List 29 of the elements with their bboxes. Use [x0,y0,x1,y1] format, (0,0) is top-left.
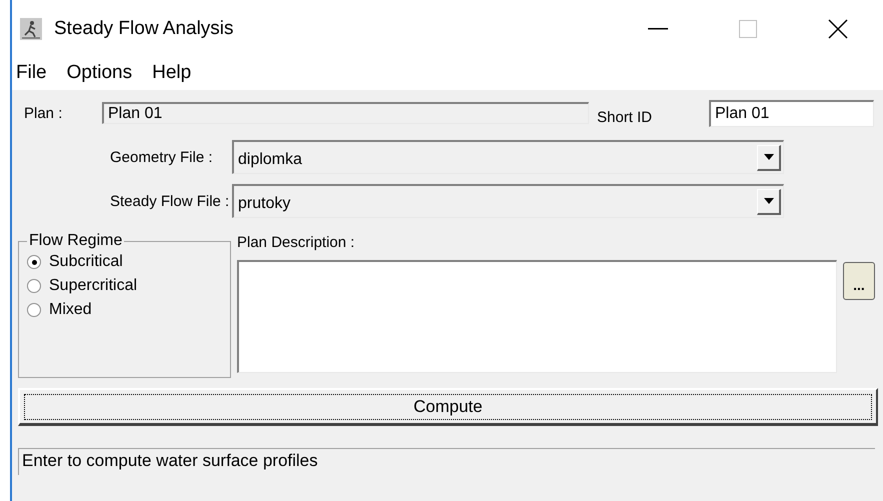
menu-item[interactable]: Options [66,62,132,84]
group-title: Flow Regime [28,232,124,250]
plan-field[interactable]: Plan 01 [102,102,589,124]
menu-item[interactable]: Help [152,62,192,84]
runner-icon [20,18,42,40]
status-bar: Enter to compute water surface profiles [18,448,875,475]
radio-icon[interactable] [27,255,41,269]
window-title: Steady Flow Analysis [54,18,235,40]
plan-label: Plan : [23,104,64,122]
compute-button[interactable]: Compute [18,388,878,426]
menu-item[interactable]: File [16,62,47,84]
radio-option[interactable]: Subcritical [27,250,230,274]
browse-button[interactable]: ... [843,262,875,300]
file-label: Steady Flow File : [109,192,230,210]
file-label: Geometry File : [109,148,214,166]
plan-description-label: Plan Description : [237,234,356,253]
file-dropdown[interactable]: prutoky [232,184,784,218]
radio-icon[interactable] [27,279,41,293]
description-field[interactable] [237,260,837,373]
radio-option[interactable]: Supercritical [27,274,230,298]
file-dropdown[interactable]: diplomka [232,140,784,174]
dropdown-arrow-icon [764,154,774,160]
radio-option[interactable]: Mixed [27,298,230,322]
dropdown-arrow-icon [764,198,774,204]
radio-icon[interactable] [27,303,41,317]
minimize-icon[interactable] [648,28,668,30]
short-id-label: Short ID [596,108,654,126]
close-icon[interactable] [828,19,848,39]
short-id-field[interactable]: Plan 01 [709,100,874,126]
